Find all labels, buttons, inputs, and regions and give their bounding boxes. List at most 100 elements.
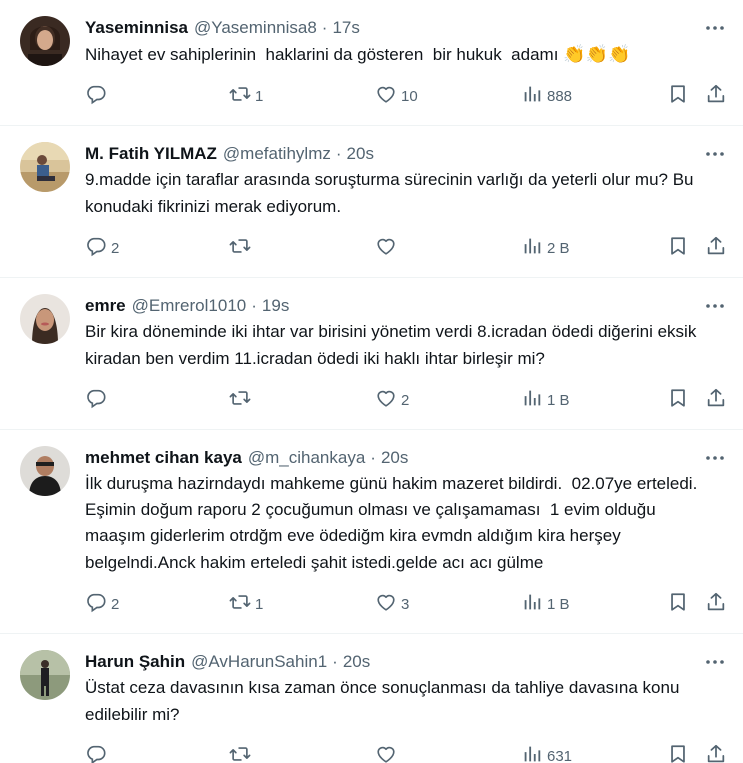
avatar[interactable] [20, 650, 70, 700]
views-button[interactable]: 1 B [521, 387, 570, 413]
share-icon [705, 591, 727, 617]
like-icon [375, 743, 397, 763]
more-icon[interactable] [703, 18, 727, 38]
share-button[interactable] [705, 387, 727, 413]
avatar[interactable] [20, 446, 70, 496]
share-button[interactable] [705, 235, 727, 261]
views-button[interactable]: 888 [521, 83, 572, 109]
tweet-text-body: Bir kira döneminde iki ihtar var birisin… [85, 322, 702, 368]
tweet-actions: 2 2 B [85, 229, 725, 267]
views-icon [521, 387, 543, 413]
tweet-header: mehmet cihan kaya @m_cihankaya · 20s [85, 445, 717, 471]
retweet-button[interactable] [229, 235, 255, 261]
user-handle[interactable]: @Yaseminnisa8 [194, 15, 317, 41]
bookmark-button[interactable] [667, 591, 689, 617]
tweet-actions: 2 1 3 1 B [85, 585, 725, 623]
user-handle[interactable]: @m_cihankaya [248, 445, 365, 471]
retweet-button[interactable] [229, 743, 255, 763]
bookmark-button[interactable] [667, 235, 689, 261]
reply-button[interactable]: 2 [85, 591, 119, 617]
views-icon [521, 83, 543, 109]
display-name[interactable]: Yaseminnisa [85, 15, 188, 41]
view-count: 2 B [547, 239, 570, 257]
share-button[interactable] [705, 83, 727, 109]
tweet[interactable]: emre @Emrerol1010 · 19s Bir kira döneminde i… [0, 278, 743, 430]
reply-button[interactable] [85, 387, 111, 413]
share-button[interactable] [705, 743, 727, 763]
tweet[interactable]: mehmet cihan kaya @m_cihankaya · 20s İlk dur… [0, 430, 743, 634]
view-count: 631 [547, 747, 573, 763]
share-icon [705, 235, 727, 261]
avatar[interactable] [20, 16, 70, 66]
like-count: 10 [401, 87, 418, 105]
reply-icon [85, 387, 107, 413]
tweet[interactable]: Yaseminnisa @Yaseminnisa8 · 17s Nihayet ev s… [0, 0, 743, 126]
views-button[interactable]: 2 B [521, 235, 570, 261]
tweet-actions: 2 1 B [85, 381, 725, 419]
reply-button[interactable] [85, 743, 111, 763]
timeline: Yaseminnisa @Yaseminnisa8 · 17s Nihayet ev s… [0, 0, 743, 763]
more-icon[interactable] [703, 144, 727, 164]
reply-icon [85, 83, 107, 109]
like-button[interactable] [375, 235, 401, 261]
tweet-header: Yaseminnisa @Yaseminnisa8 · 17s [85, 15, 717, 41]
like-button[interactable]: 2 [375, 387, 409, 413]
avatar[interactable] [20, 142, 70, 192]
tweet-header: M. Fatih YILMAZ @mefatihylmz · 20s [85, 141, 717, 167]
tweet-text-body: Nihayet ev sahiplerinin haklarini da gös… [85, 45, 564, 64]
reply-icon [85, 591, 107, 617]
tweet-actions: 1 10 888 [85, 77, 725, 115]
clapping-hands-emoji: 👏👏👏 [563, 44, 631, 64]
retweet-button[interactable] [229, 387, 255, 413]
timestamp[interactable]: 19s [262, 293, 289, 319]
avatar[interactable] [20, 294, 70, 344]
bookmark-button[interactable] [667, 743, 689, 763]
user-handle[interactable]: @mefatihylmz [223, 141, 331, 167]
retweet-button[interactable]: 1 [229, 83, 263, 109]
tweet-header: emre @Emrerol1010 · 19s [85, 293, 717, 319]
display-name[interactable]: emre [85, 293, 126, 319]
display-name[interactable]: Harun Şahin [85, 649, 185, 675]
views-icon [521, 235, 543, 261]
retweet-icon [229, 743, 251, 763]
view-count: 1 B [547, 391, 570, 409]
bookmark-icon [667, 235, 689, 261]
views-button[interactable]: 1 B [521, 591, 570, 617]
like-count: 3 [401, 595, 410, 613]
reply-button[interactable]: 2 [85, 235, 119, 261]
tweet-text: İlk duruşma hazirndaydı mahkeme günü hak… [85, 471, 717, 576]
retweet-icon [229, 235, 251, 261]
share-button[interactable] [705, 591, 727, 617]
share-icon [705, 387, 727, 413]
bookmark-icon [667, 591, 689, 617]
tweet[interactable]: Harun Şahin @AvHarunSahin1 · 20s Üstat ceza … [0, 634, 743, 763]
views-icon [521, 743, 543, 763]
retweet-count: 1 [255, 595, 264, 613]
views-button[interactable]: 631 [521, 743, 572, 763]
timestamp[interactable]: 20s [343, 649, 370, 675]
like-button[interactable] [375, 743, 401, 763]
user-handle[interactable]: @AvHarunSahin1 [191, 649, 327, 675]
timestamp[interactable]: 20s [381, 445, 408, 471]
more-icon[interactable] [703, 448, 727, 468]
like-button[interactable]: 10 [375, 83, 418, 109]
share-icon [705, 83, 727, 109]
display-name[interactable]: mehmet cihan kaya [85, 445, 242, 471]
bookmark-button[interactable] [667, 387, 689, 413]
display-name[interactable]: M. Fatih YILMAZ [85, 141, 217, 167]
view-count: 888 [547, 87, 573, 105]
timestamp[interactable]: 20s [347, 141, 374, 167]
like-button[interactable]: 3 [375, 591, 409, 617]
tweet-text-body: Üstat ceza davasının kısa zaman önce son… [85, 678, 685, 724]
reply-count: 2 [111, 595, 120, 613]
reply-button[interactable] [85, 83, 111, 109]
retweet-button[interactable]: 1 [229, 591, 263, 617]
user-handle[interactable]: @Emrerol1010 [132, 293, 247, 319]
bookmark-button[interactable] [667, 83, 689, 109]
more-icon[interactable] [703, 296, 727, 316]
tweet-text: Nihayet ev sahiplerinin haklarini da gös… [85, 41, 717, 68]
timestamp[interactable]: 17s [332, 15, 359, 41]
more-icon[interactable] [703, 652, 727, 672]
tweet[interactable]: M. Fatih YILMAZ @mefatihylmz · 20s 9.madde i… [0, 126, 743, 278]
share-icon [705, 743, 727, 763]
